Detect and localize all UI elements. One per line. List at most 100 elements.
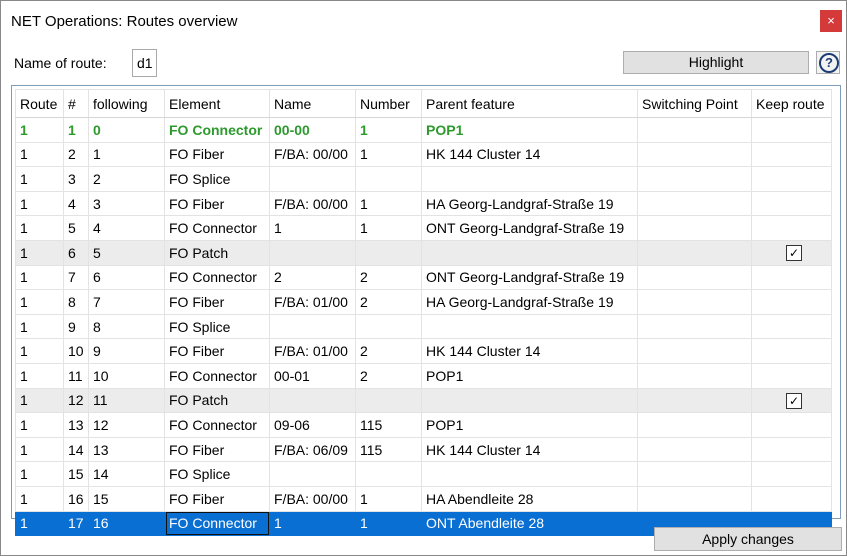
cell-num[interactable]: 6: [63, 239, 89, 266]
cell-route[interactable]: 1: [15, 412, 64, 438]
cell-name[interactable]: 1: [269, 215, 356, 241]
column-header-switching[interactable]: Switching Point: [637, 89, 752, 118]
cell-number[interactable]: [355, 313, 422, 340]
cell-name[interactable]: F/BA: 01/00: [269, 289, 356, 315]
cell-element[interactable]: FO Connector: [164, 412, 270, 438]
cell-switching[interactable]: [637, 117, 752, 143]
cell-number[interactable]: [355, 239, 422, 266]
cell-switching[interactable]: [637, 436, 752, 463]
cell-number[interactable]: 2: [355, 338, 422, 364]
cell-switching[interactable]: [637, 141, 752, 168]
cell-route[interactable]: 1: [15, 313, 64, 340]
cell-route[interactable]: 1: [15, 239, 64, 266]
cell-name[interactable]: F/BA: 00/00: [269, 190, 356, 217]
cell-num[interactable]: 16: [63, 485, 89, 512]
cell-element[interactable]: FO Splice: [164, 313, 270, 340]
apply-changes-button[interactable]: Apply changes: [654, 527, 842, 551]
cell-keep[interactable]: [751, 141, 832, 168]
cell-parent[interactable]: HA Georg-Landgraf-Straße 19: [421, 289, 638, 315]
cell-keep[interactable]: [751, 190, 832, 217]
cell-route[interactable]: 1: [15, 117, 64, 143]
cell-name[interactable]: 2: [269, 264, 356, 291]
table-row[interactable]: 1 8 7 FO Fiber F/BA: 01/00 2 HA Georg-Landgraf…: [15, 289, 832, 315]
cell-following[interactable]: 9: [88, 338, 165, 364]
cell-parent[interactable]: [421, 166, 638, 192]
cell-num[interactable]: 5: [63, 215, 89, 241]
cell-route[interactable]: 1: [15, 264, 64, 291]
cell-keep[interactable]: [751, 485, 832, 512]
cell-switching[interactable]: [637, 362, 752, 389]
cell-element[interactable]: FO Connector: [164, 264, 270, 291]
cell-number[interactable]: [355, 166, 422, 192]
cell-route[interactable]: 1: [15, 289, 64, 315]
column-header-route[interactable]: Route: [15, 89, 64, 118]
cell-keep[interactable]: ✓: [751, 239, 832, 266]
cell-keep[interactable]: [751, 166, 832, 192]
cell-switching[interactable]: [637, 485, 752, 512]
cell-number[interactable]: 115: [355, 436, 422, 463]
cell-parent[interactable]: HA Abendleite 28: [421, 485, 638, 512]
cell-num[interactable]: 12: [63, 387, 89, 414]
table-row[interactable]: 1 4 3 FO Fiber F/BA: 00/00 1 HA Georg-Landgraf…: [15, 190, 832, 217]
cell-num[interactable]: 4: [63, 190, 89, 217]
cell-num[interactable]: 15: [63, 461, 89, 487]
cell-following[interactable]: 11: [88, 387, 165, 414]
cell-route[interactable]: 1: [15, 510, 64, 537]
keep-route-checkbox[interactable]: ✓: [786, 392, 802, 409]
cell-name[interactable]: [269, 166, 356, 192]
cell-element[interactable]: FO Fiber: [164, 289, 270, 315]
cell-switching[interactable]: [637, 166, 752, 192]
cell-parent[interactable]: HK 144 Cluster 14: [421, 436, 638, 463]
cell-following[interactable]: 15: [88, 485, 165, 512]
cell-following[interactable]: 14: [88, 461, 165, 487]
cell-keep[interactable]: [751, 264, 832, 291]
table-row[interactable]: 1 7 6 FO Connector 2 2 ONT Georg-Landgraf-Stra…: [15, 264, 832, 291]
cell-keep[interactable]: [751, 461, 832, 487]
cell-route[interactable]: 1: [15, 190, 64, 217]
cell-following[interactable]: 4: [88, 215, 165, 241]
table-row[interactable]: 1 1 0 FO Connector 00-00 1 POP1: [15, 117, 832, 143]
cell-keep[interactable]: [751, 313, 832, 340]
cell-name[interactable]: F/BA: 00/00: [269, 141, 356, 168]
table-row[interactable]: 1 6 5 FO Patch ✓: [15, 239, 832, 266]
cell-name[interactable]: 00-01: [269, 362, 356, 389]
cell-element[interactable]: FO Fiber: [164, 485, 270, 512]
cell-switching[interactable]: [637, 461, 752, 487]
cell-element[interactable]: FO Connector: [164, 510, 270, 537]
cell-num[interactable]: 1: [63, 117, 89, 143]
cell-switching[interactable]: [637, 387, 752, 414]
cell-following[interactable]: 12: [88, 412, 165, 438]
cell-route[interactable]: 1: [15, 387, 64, 414]
highlight-button[interactable]: Highlight: [623, 51, 809, 74]
cell-num[interactable]: 14: [63, 436, 89, 463]
cell-following[interactable]: 0: [88, 117, 165, 143]
cell-switching[interactable]: [637, 215, 752, 241]
cell-route[interactable]: 1: [15, 485, 64, 512]
cell-route[interactable]: 1: [15, 215, 64, 241]
cell-element[interactable]: FO Splice: [164, 461, 270, 487]
cell-num[interactable]: 3: [63, 166, 89, 192]
cell-element[interactable]: FO Connector: [164, 215, 270, 241]
cell-parent[interactable]: ONT Georg-Landgraf-Straße 19: [421, 215, 638, 241]
cell-route[interactable]: 1: [15, 166, 64, 192]
close-button[interactable]: ×: [820, 10, 842, 32]
cell-route[interactable]: 1: [15, 362, 64, 389]
cell-following[interactable]: 6: [88, 264, 165, 291]
cell-parent[interactable]: POP1: [421, 412, 638, 438]
cell-name[interactable]: F/BA: 01/00: [269, 338, 356, 364]
cell-following[interactable]: 3: [88, 190, 165, 217]
cell-element[interactable]: FO Fiber: [164, 141, 270, 168]
cell-name[interactable]: F/BA: 06/09: [269, 436, 356, 463]
cell-name[interactable]: [269, 387, 356, 414]
cell-element[interactable]: FO Connector: [164, 362, 270, 389]
table-row[interactable]: 1 14 13 FO Fiber F/BA: 06/09 115 HK 144 Cluste…: [15, 436, 832, 463]
cell-switching[interactable]: [637, 239, 752, 266]
cell-switching[interactable]: [637, 264, 752, 291]
cell-parent[interactable]: [421, 461, 638, 487]
column-header-element[interactable]: Element: [164, 89, 270, 118]
cell-following[interactable]: 7: [88, 289, 165, 315]
cell-number[interactable]: [355, 461, 422, 487]
cell-number[interactable]: 1: [355, 190, 422, 217]
cell-keep[interactable]: [751, 362, 832, 389]
cell-following[interactable]: 10: [88, 362, 165, 389]
